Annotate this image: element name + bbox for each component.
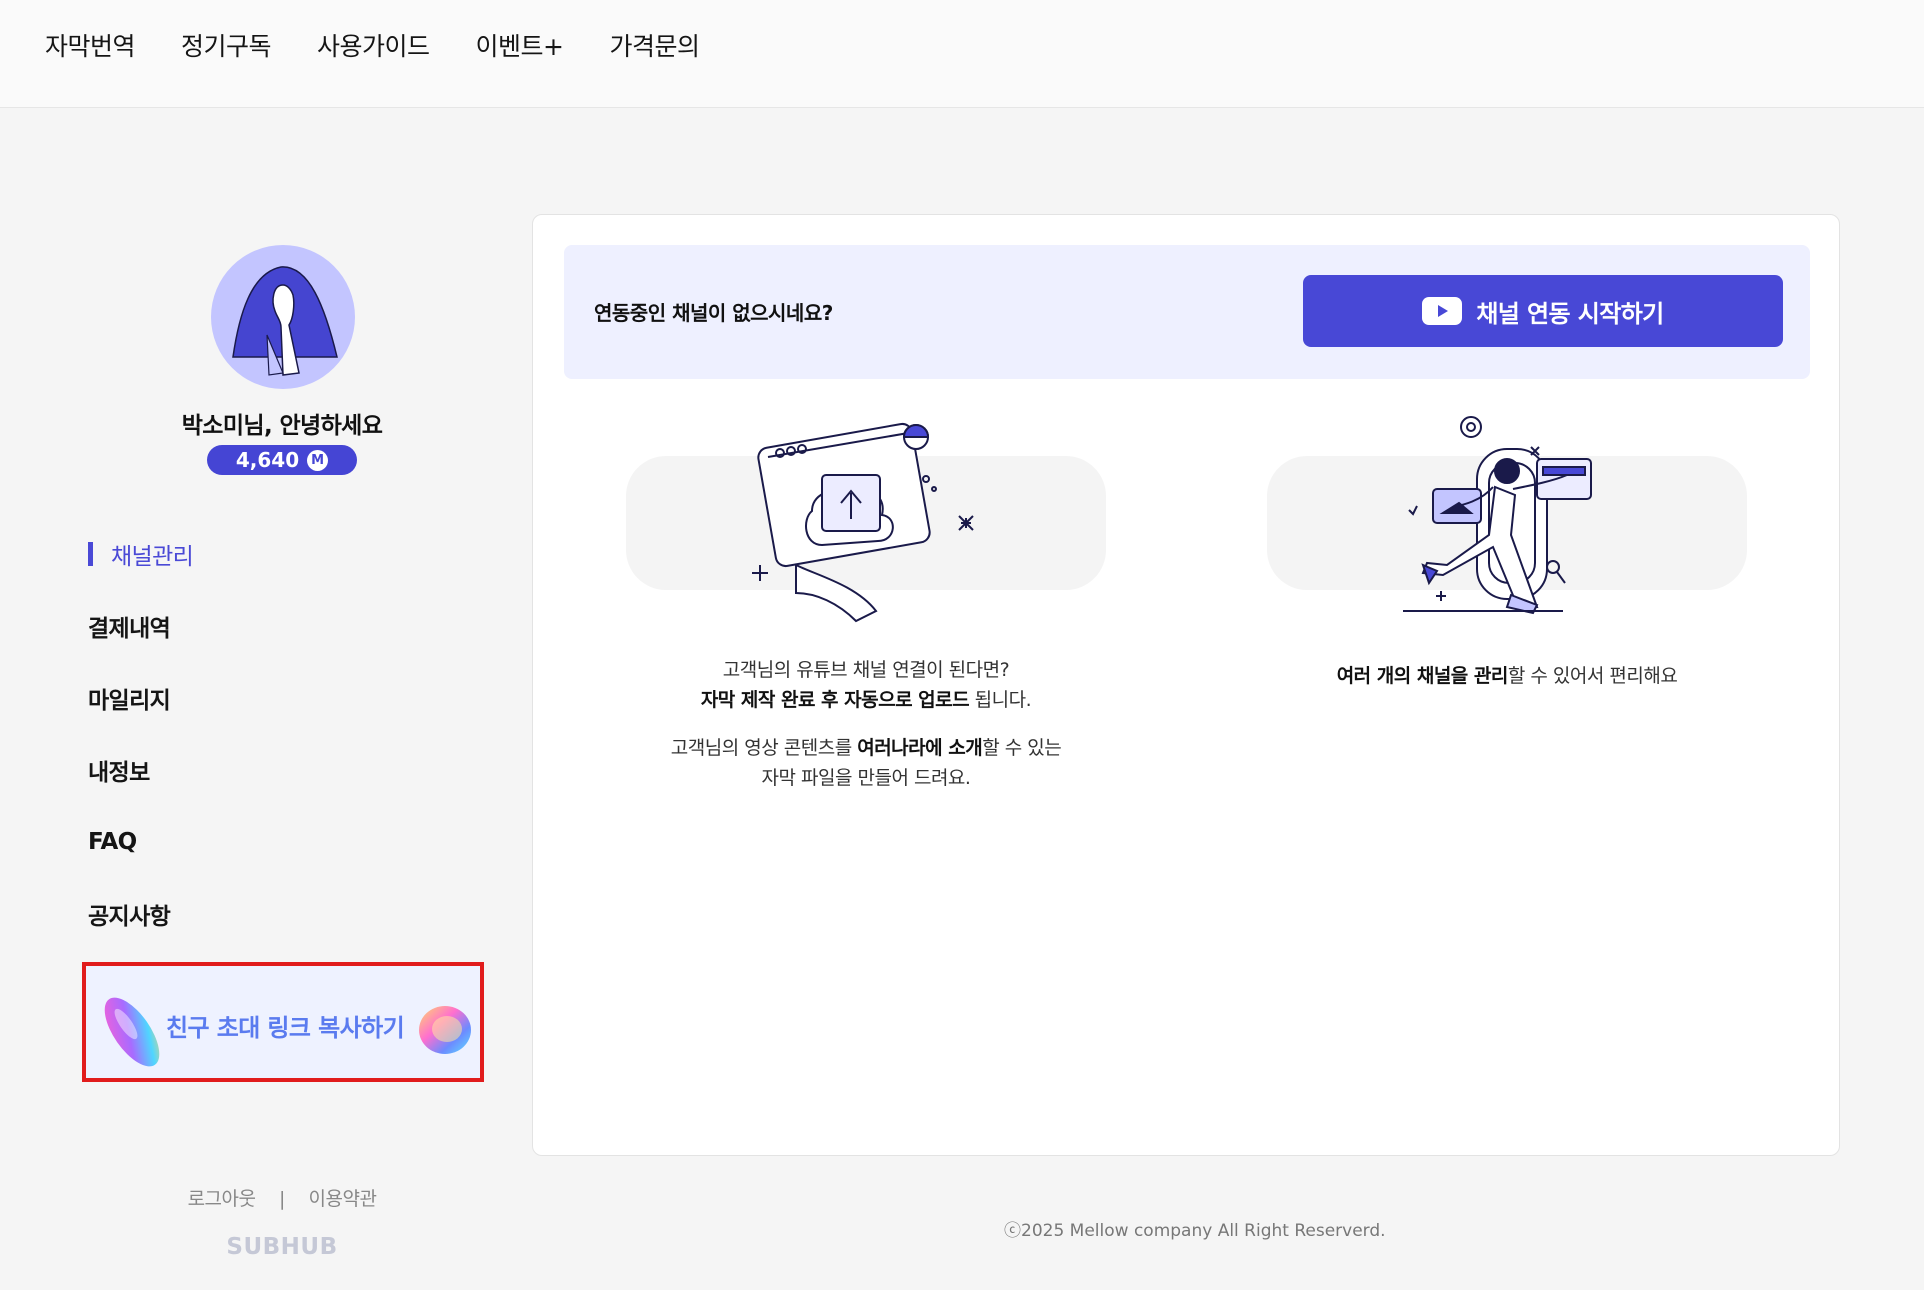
avatar xyxy=(211,245,355,389)
points-badge: 4,640 M xyxy=(207,445,357,475)
youtube-icon xyxy=(1422,297,1463,325)
coin-icon xyxy=(419,1006,471,1054)
feature1-text: 고객님의 유튜브 채널 연결이 된다면? 자막 제작 완료 후 자동으로 업로드… xyxy=(566,655,1166,715)
nav-pricing-inquiry[interactable]: 가격문의 xyxy=(610,30,701,64)
sidebar-menu: 채널관리 결제내역 마일리지 내정보 FAQ 공지사항 xyxy=(88,518,194,950)
nav-subtitle-translation[interactable]: 자막번역 xyxy=(45,30,136,64)
connect-channel-label: 채널 연동 시작하기 xyxy=(1476,299,1664,328)
sidebar-footer-links: 로그아웃 | 이용약관 xyxy=(0,1184,564,1211)
feature1-line3: 고객님의 영상 콘텐츠를 여러나라에 소개할 수 있는 xyxy=(670,737,1062,759)
feature1-line4: 자막 파일을 만들어 드려요. xyxy=(761,767,971,789)
sidebar: 박소미님, 안녕하세요 4,640 M 채널관리 결제내역 마일리지 내정보 F… xyxy=(0,108,540,1290)
user-avatar-icon xyxy=(232,266,338,376)
feature2-line: 여러 개의 채널을 관리할 수 있어서 편리해요 xyxy=(1336,665,1678,687)
sidebar-item-payment-history[interactable]: 결제내역 xyxy=(88,590,193,662)
top-nav: 자막번역 정기구독 사용가이드 이벤트+ 가격문의 xyxy=(45,30,700,64)
mileage-icon: M xyxy=(307,449,329,471)
upload-illustration-icon xyxy=(752,422,974,623)
feature2-text: 여러 개의 채널을 관리할 수 있어서 편리해요 xyxy=(1207,661,1807,691)
sidebar-item-faq[interactable]: FAQ xyxy=(88,806,193,878)
multi-channel-illustration-icon xyxy=(1403,416,1592,615)
logout-link[interactable]: 로그아웃 xyxy=(188,1188,256,1210)
top-navigation-bar: 자막번역 정기구독 사용가이드 이벤트+ 가격문의 xyxy=(0,0,1924,108)
feature1-line2: 자막 제작 완료 후 자동으로 업로드 됩니다. xyxy=(700,689,1032,711)
connect-channel-button[interactable]: 채널 연동 시작하기 xyxy=(1303,275,1783,347)
nav-events[interactable]: 이벤트+ xyxy=(476,30,564,64)
separator: | xyxy=(279,1188,285,1210)
brand-logo: SUBHUB xyxy=(226,1234,338,1260)
invite-link-copy-button[interactable]: 친구 초대 링크 복사하기 xyxy=(82,962,484,1082)
sidebar-item-my-info[interactable]: 내정보 xyxy=(88,734,193,806)
no-channel-message: 연동중인 채널이 없으시네요? xyxy=(594,301,833,325)
sidebar-item-notices[interactable]: 공지사항 xyxy=(88,878,193,950)
greeting-text: 박소미님, 안녕하세요 xyxy=(181,413,383,439)
channel-management-card: 연동중인 채널이 없으시네요? 채널 연동 시작하기 고객님의 유튜브 채널 연… xyxy=(532,214,1840,1156)
sidebar-item-mileage[interactable]: 마일리지 xyxy=(88,662,193,734)
terms-link[interactable]: 이용약관 xyxy=(309,1188,377,1210)
nav-subscription[interactable]: 정기구독 xyxy=(181,30,272,64)
copyright-text: ⓒ2025 Mellow company All Right Reserverd… xyxy=(1004,1221,1386,1241)
feature1-line1: 고객님의 유튜브 채널 연결이 된다면? xyxy=(722,659,1010,681)
coin-icon xyxy=(104,997,160,1067)
feature1-subtext: 고객님의 영상 콘텐츠를 여러나라에 소개할 수 있는 자막 파일을 만들어 드… xyxy=(566,733,1166,793)
invite-label: 친구 초대 링크 복사하기 xyxy=(166,1014,405,1042)
no-channel-banner: 연동중인 채널이 없으시네요? 채널 연동 시작하기 xyxy=(564,245,1810,379)
nav-user-guide[interactable]: 사용가이드 xyxy=(317,30,430,64)
points-value: 4,640 xyxy=(235,448,300,472)
sidebar-item-channel-management[interactable]: 채널관리 xyxy=(88,518,194,590)
